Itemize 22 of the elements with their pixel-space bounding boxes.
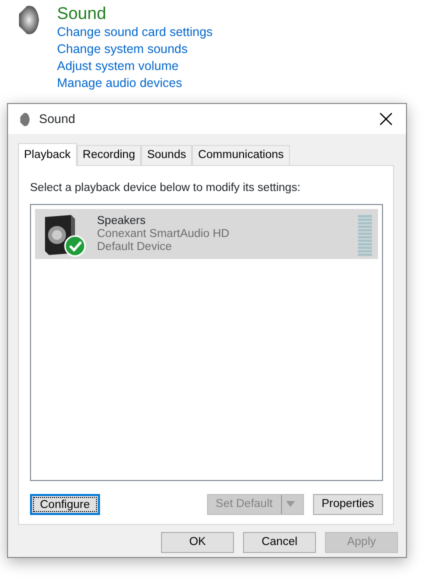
dialog-button[interactable]: OK	[161, 532, 234, 553]
settings-link[interactable]: Change sound card settings	[57, 24, 213, 41]
device-item[interactable]: Speakers Conexant SmartAudio HD Default Device	[35, 209, 378, 260]
tab[interactable]: Sounds	[141, 145, 192, 165]
settings-link[interactable]: Change system sounds	[57, 41, 213, 58]
tab[interactable]: Communications	[192, 145, 290, 165]
device-driver: Conexant SmartAudio HD	[97, 228, 230, 242]
window-title: Sound	[39, 110, 76, 128]
speaker-icon	[18, 112, 31, 127]
volume-meter-icon	[358, 215, 372, 258]
device-status: Default Device	[97, 241, 173, 254]
control-panel-heading: Sound	[57, 4, 108, 24]
settings-link[interactable]: Adjust system volume	[57, 58, 213, 75]
dialog-button[interactable]: Properties	[312, 494, 383, 516]
dialog-button[interactable]: Cancel	[243, 532, 316, 553]
tab[interactable]: Recording	[76, 145, 142, 165]
instruction-text: Select a playback device below to modify its settings:	[30, 181, 302, 196]
tab[interactable]: Playback	[18, 143, 77, 166]
dialog-button[interactable]: Configure	[30, 494, 100, 516]
caret-icon	[286, 501, 295, 508]
device-name: Speakers	[97, 215, 147, 228]
settings-link[interactable]: Manage audio devices	[57, 75, 213, 92]
